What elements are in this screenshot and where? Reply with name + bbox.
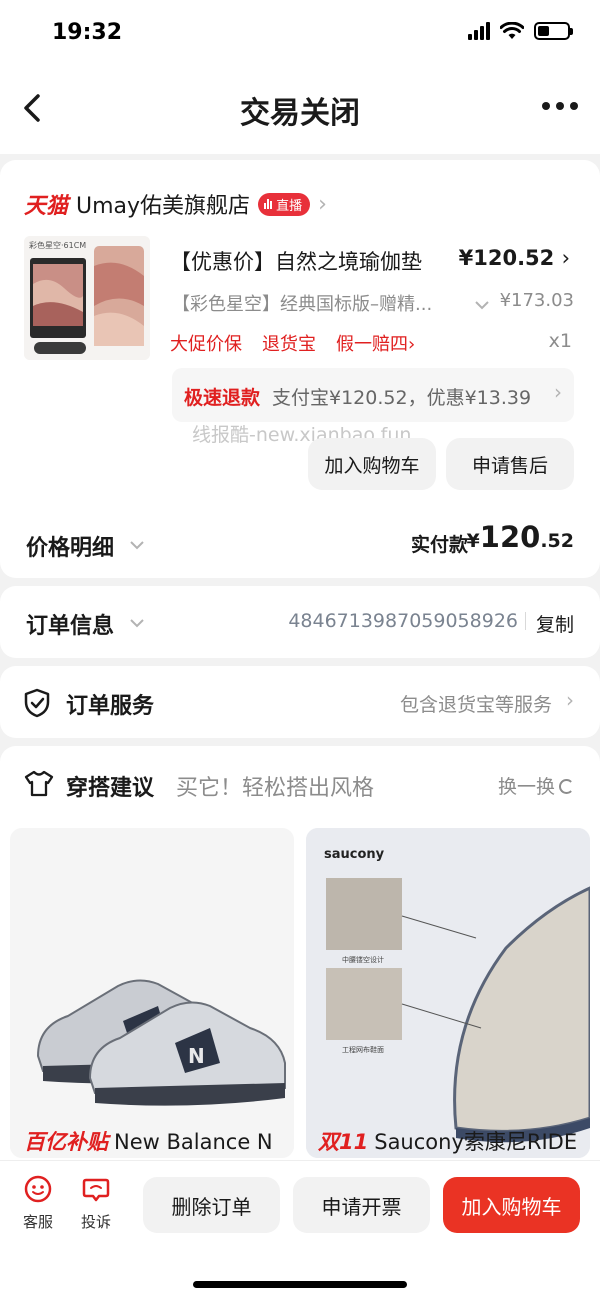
tshirt-icon [24, 770, 54, 797]
chevron-down-icon [475, 301, 489, 310]
image-caption: 彩色星空·61CM [29, 240, 86, 250]
product-spec[interactable]: 【彩色星空】经典国标版–赠精... [172, 290, 472, 316]
chevron-right-icon: › [561, 246, 570, 270]
order-service-label: 订单服务 [66, 694, 155, 719]
feature-caption: 工程网布鞋面 [342, 1045, 384, 1054]
complain-label: 投诉 [80, 1213, 111, 1231]
product-image[interactable]: 彩色星空·61CM [24, 236, 150, 360]
recommendation-title[interactable]: 百亿补贴 New Balance N [24, 1126, 304, 1156]
svg-text:N: N [188, 1044, 205, 1068]
battery-icon [534, 22, 573, 40]
refresh-button[interactable]: 换一换 [498, 772, 574, 799]
customer-service-label: 客服 [22, 1213, 53, 1231]
recommendation-title[interactable]: 双11 Saucony索康尼RIDE [318, 1126, 598, 1156]
order-info-row[interactable]: 订单信息 4846713987059058926 复制 [0, 586, 600, 658]
complain-button[interactable]: 投诉 [76, 1175, 116, 1232]
delete-order-button[interactable]: 删除订单 [143, 1177, 280, 1233]
home-indicator [193, 1281, 407, 1288]
shield-check-icon [24, 688, 50, 718]
complain-icon [82, 1178, 110, 1202]
subsidy-badge: 百亿补贴 [24, 1130, 108, 1154]
status-bar: 19:32 [0, 0, 600, 64]
paid-integer: 120 [479, 520, 541, 554]
recommendation-name: New Balance N [114, 1130, 273, 1154]
promo-tag: 大促价保 [170, 334, 242, 355]
paid-label: 实付款 [410, 534, 468, 556]
refresh-label: 换一换 [497, 776, 555, 798]
feature-caption: 中腰镂空设计 [342, 955, 384, 964]
customer-service-button[interactable]: 客服 [18, 1175, 58, 1232]
outfit-subtitle: 买它！轻松搭出风格 [176, 776, 375, 801]
recommendation-name: Saucony索康尼RIDE [374, 1130, 578, 1154]
sneaker-image: saucony 中腰镂空设计 工程网布鞋面 [306, 828, 590, 1158]
chevron-right-icon: › [318, 191, 327, 217]
order-card: 天猫 Umay佑美旗舰店 直播 › 彩色星空·61CM 【优惠价】自然之境瑜伽垫… [0, 160, 600, 578]
paid-decimal: .52 [540, 530, 574, 552]
double11-badge: 双11 [318, 1130, 369, 1154]
product-title[interactable]: 【优惠价】自然之境瑜伽垫 [170, 246, 422, 276]
chevron-right-icon: › [554, 380, 562, 404]
promo-tag-label: 假一赔四 [336, 334, 408, 355]
wifi-icon [500, 22, 524, 39]
more-options-icon[interactable] [542, 102, 578, 110]
product-price[interactable]: ¥120.52 › [459, 246, 570, 270]
order-service-value: 包含退货宝等服务 [399, 694, 552, 716]
status-icons [468, 22, 573, 40]
status-time: 19:32 [52, 20, 123, 45]
order-service-row[interactable]: 订单服务 包含退货宝等服务 › [0, 666, 600, 738]
sneaker-image: N N [10, 828, 294, 1158]
request-invoice-button[interactable]: 申请开票 [293, 1177, 430, 1233]
nav-bar: 交易关闭 [0, 64, 600, 154]
recommendation-item[interactable]: N N [10, 828, 294, 1158]
live-bars-icon [264, 199, 273, 209]
page-title: 交易关闭 [240, 96, 360, 131]
paid-currency: ¥ [466, 530, 480, 552]
add-to-cart-button[interactable]: 加入购物车 [308, 438, 436, 490]
chevron-down-icon[interactable] [128, 536, 146, 556]
order-number: 4846713987059058926 [288, 610, 518, 632]
tmall-logo: 天猫 [24, 194, 69, 219]
copy-button[interactable]: 复制 [536, 610, 574, 637]
price-detail-label[interactable]: 价格明细 [26, 530, 114, 562]
shop-header[interactable]: 天猫 Umay佑美旗舰店 直播 › [24, 188, 327, 220]
signal-icon [468, 22, 490, 40]
recommendation-item[interactable]: saucony 中腰镂空设计 工程网布鞋面 [306, 828, 590, 1158]
divider [525, 612, 526, 630]
promo-tags: 大促价保 退货宝 假一赔四› [170, 330, 415, 356]
live-label: 直播 [276, 198, 303, 214]
chevron-down-icon [130, 619, 144, 628]
bottom-action-bar: 客服 投诉 删除订单 申请开票 加入购物车 [0, 1160, 600, 1298]
brand-logo: saucony [324, 847, 385, 862]
refund-detail: 支付宝¥120.52，优惠¥13.39 [272, 387, 532, 409]
promo-tag[interactable]: 假一赔四› [336, 330, 415, 356]
promo-tag: 退货宝 [262, 334, 316, 355]
refresh-icon [559, 779, 574, 794]
after-sale-button[interactable]: 申请售后 [446, 438, 574, 490]
paid-amount: ¥120.52 [467, 520, 574, 554]
quantity: x1 [548, 330, 572, 352]
product-price-value: ¥120.52 [458, 246, 555, 270]
original-price: ¥173.03 [499, 290, 574, 311]
customer-service-icon [24, 1175, 52, 1203]
live-badge[interactable]: 直播 [258, 192, 311, 216]
refund-info[interactable]: 极速退款 支付宝¥120.52，优惠¥13.39 › [172, 368, 574, 422]
order-info-label: 订单信息 [26, 614, 115, 639]
refund-label: 极速退款 [184, 387, 261, 409]
add-to-cart-bottom-button[interactable]: 加入购物车 [443, 1177, 580, 1233]
shop-name[interactable]: Umay佑美旗舰店 [76, 188, 250, 220]
outfit-title: 穿搭建议 [66, 776, 155, 801]
chevron-right-icon: › [566, 688, 574, 712]
chevron-right-icon: › [408, 334, 416, 355]
